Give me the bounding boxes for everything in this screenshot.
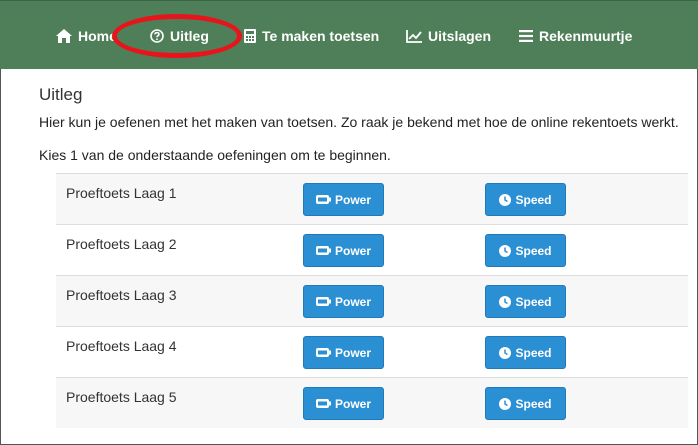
bars-icon xyxy=(519,30,533,42)
nav-rekenmuurtje[interactable]: Rekenmuurtje xyxy=(519,26,632,46)
table-row: Proeftoets Laag 1 Power Speed xyxy=(56,173,688,224)
clock-icon xyxy=(499,397,512,410)
nav-uitslagen[interactable]: Uitslagen xyxy=(406,26,491,46)
instruction-text: Kies 1 van de onderstaande oefeningen om… xyxy=(39,147,391,163)
nav-home[interactable]: Home xyxy=(56,26,117,46)
speed-button[interactable]: Speed xyxy=(485,285,566,318)
line-chart-icon xyxy=(406,29,422,43)
table-row: Proeftoets Laag 4 Power Speed xyxy=(56,326,688,377)
nav-uitslagen-label: Uitslagen xyxy=(428,28,492,44)
speed-button[interactable]: Speed xyxy=(485,183,566,216)
speed-label: Speed xyxy=(515,192,552,207)
power-button[interactable]: Power xyxy=(303,285,384,318)
exercise-table: Proeftoets Laag 1 Power Speed Proeftoets… xyxy=(56,173,688,428)
battery-icon xyxy=(315,195,331,204)
power-button[interactable]: Power xyxy=(303,387,384,420)
clock-icon xyxy=(499,244,512,257)
table-row: Proeftoets Laag 5 Power Speed xyxy=(56,377,688,428)
battery-icon xyxy=(315,348,331,357)
power-button[interactable]: Power xyxy=(303,336,384,369)
speed-label: Speed xyxy=(515,294,552,309)
calculator-icon xyxy=(244,29,256,43)
battery-icon xyxy=(315,246,331,255)
nav-uitleg-label: Uitleg xyxy=(170,28,209,44)
page-title: Uitleg xyxy=(39,85,83,104)
clock-icon xyxy=(499,193,512,206)
top-navbar: Home Uitleg Te maken toetsen Uitslagen R… xyxy=(0,0,698,69)
clock-icon xyxy=(499,346,512,359)
power-label: Power xyxy=(334,243,371,258)
nav-te-maken-toetsen[interactable]: Te maken toetsen xyxy=(244,26,379,46)
exercise-name: Proeftoets Laag 5 xyxy=(66,389,177,405)
speed-label: Speed xyxy=(515,345,552,360)
exercise-name: Proeftoets Laag 4 xyxy=(66,338,177,354)
battery-icon xyxy=(315,297,331,306)
speed-label: Speed xyxy=(515,396,552,411)
nav-home-label: Home xyxy=(78,28,117,44)
power-label: Power xyxy=(334,345,371,360)
clock-icon xyxy=(499,295,512,308)
speed-button[interactable]: Speed xyxy=(485,234,566,267)
nav-uitleg[interactable]: Uitleg xyxy=(150,26,209,46)
table-row: Proeftoets Laag 3 Power Speed xyxy=(56,275,688,326)
speed-button[interactable]: Speed xyxy=(485,336,566,369)
power-label: Power xyxy=(334,192,371,207)
nav-toetsen-label: Te maken toetsen xyxy=(262,28,380,44)
home-icon xyxy=(56,29,72,43)
battery-icon xyxy=(315,399,331,408)
power-button[interactable]: Power xyxy=(303,183,384,216)
exercise-name: Proeftoets Laag 3 xyxy=(66,287,177,303)
intro-text: Hier kun je oefenen met het maken van to… xyxy=(39,114,679,130)
power-label: Power xyxy=(334,396,371,411)
power-button[interactable]: Power xyxy=(303,234,384,267)
exercise-name: Proeftoets Laag 1 xyxy=(66,185,177,201)
question-circle-icon xyxy=(150,29,164,43)
nav-rekenmuurtje-label: Rekenmuurtje xyxy=(539,28,633,44)
table-row: Proeftoets Laag 2 Power Speed xyxy=(56,224,688,275)
speed-button[interactable]: Speed xyxy=(485,387,566,420)
exercise-name: Proeftoets Laag 2 xyxy=(66,236,177,252)
power-label: Power xyxy=(334,294,371,309)
speed-label: Speed xyxy=(515,243,552,258)
